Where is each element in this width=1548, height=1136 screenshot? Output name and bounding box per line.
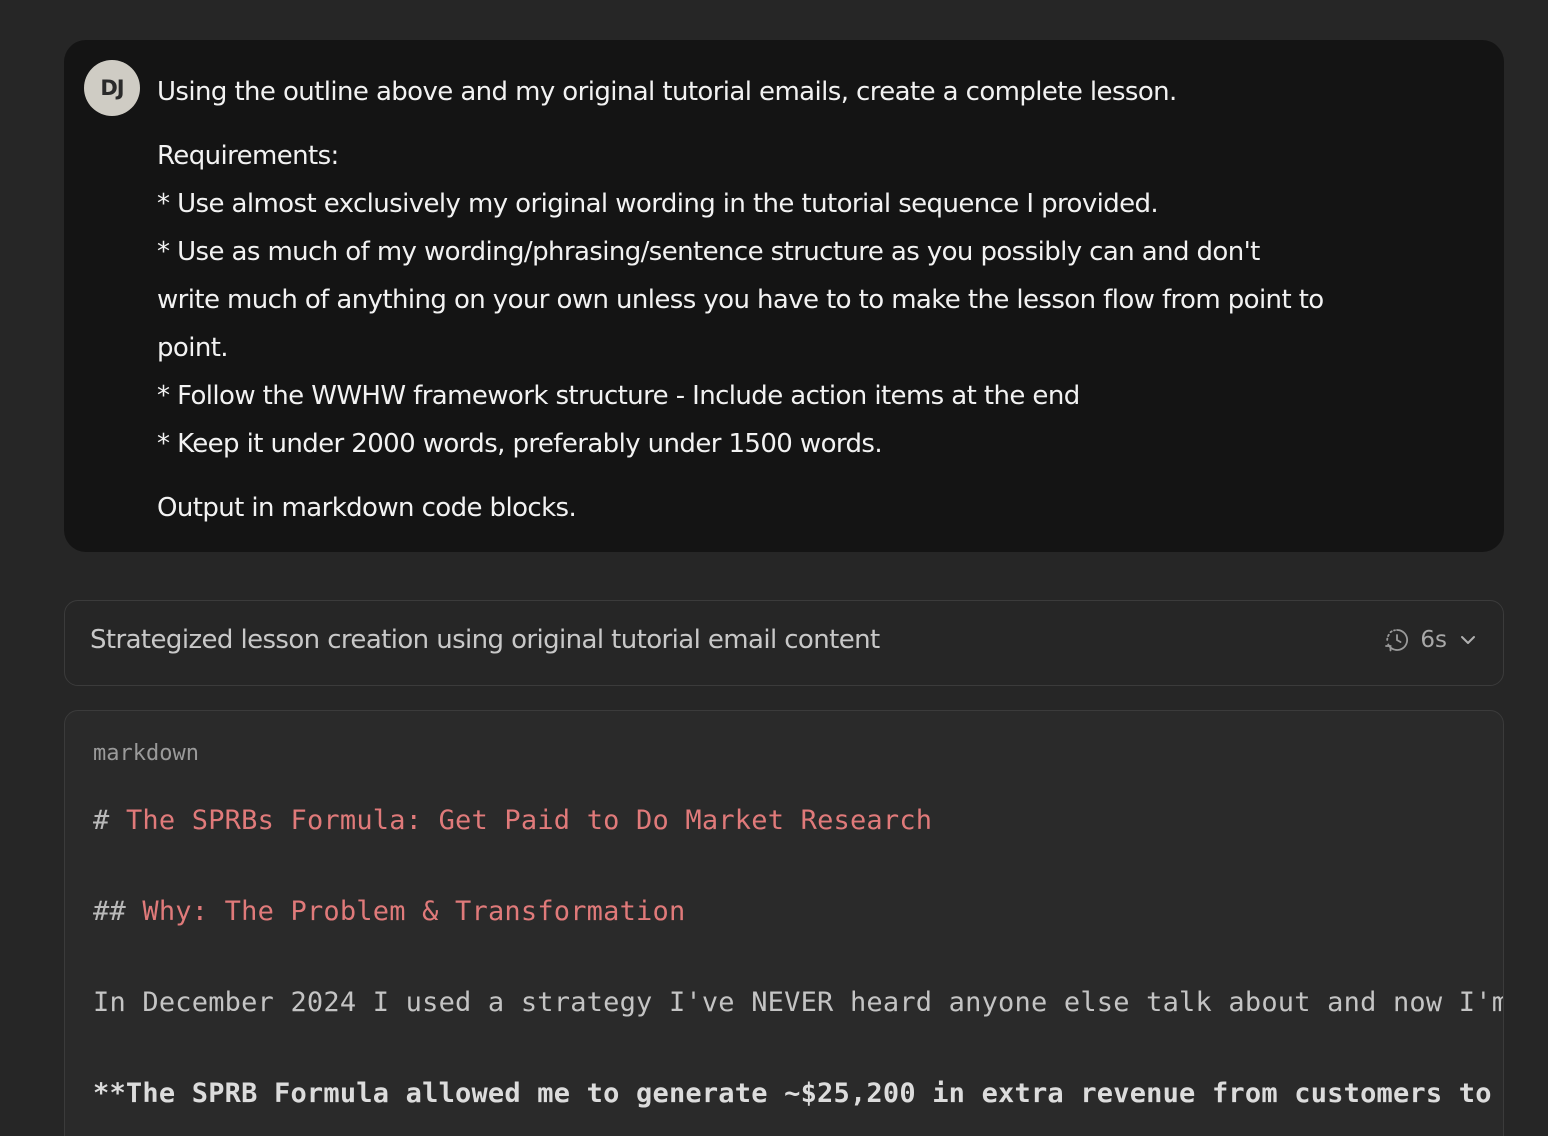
requirement-1: * Use almost exclusively my original wor… xyxy=(157,189,1159,219)
thinking-meta: 6s xyxy=(1384,627,1479,653)
message-closing: Output in markdown code blocks. xyxy=(157,493,577,523)
requirement-2-line-1: * Use as much of my wording/phrasing/sen… xyxy=(157,237,1260,267)
thinking-summary-toggle[interactable]: Strategized lesson creation using origin… xyxy=(64,600,1504,686)
code-block[interactable]: markdown # The SPRBs Formula: Get Paid t… xyxy=(64,710,1504,1136)
chevron-down-icon[interactable] xyxy=(1457,629,1479,651)
thinking-duration: 6s xyxy=(1420,627,1447,653)
code-language-label: markdown xyxy=(93,741,199,766)
message-first-line: Using the outline above and my original … xyxy=(157,77,1177,107)
user-message-text: Using the outline above and my original … xyxy=(157,68,1477,532)
thinking-title: Strategized lesson creation using origin… xyxy=(90,625,880,655)
user-message: DJ Using the outline above and my origin… xyxy=(64,40,1504,552)
requirement-4: * Keep it under 2000 words, preferably u… xyxy=(157,429,883,459)
requirement-2-line-3: point. xyxy=(157,333,229,363)
code-h2-line: ## Why: The Problem & Transformation xyxy=(93,896,685,927)
h1-text: The SPRBs Formula: Get Paid to Do Market… xyxy=(125,805,933,836)
code-h1-line: # The SPRBs Formula: Get Paid to Do Mark… xyxy=(93,805,932,836)
chat-page: DJ Using the outline above and my origin… xyxy=(0,0,1548,1136)
user-avatar[interactable]: DJ xyxy=(84,60,140,116)
clock-history-icon xyxy=(1384,627,1410,653)
requirements-heading: Requirements: xyxy=(157,141,339,171)
requirement-3: * Follow the WWHW framework structure - … xyxy=(157,381,1080,411)
h2-text: Why: The Problem & Transformation xyxy=(142,896,686,927)
code-paragraph-2: **The SPRB Formula allowed me to generat… xyxy=(93,1078,1504,1109)
h1-marker: # xyxy=(93,805,110,836)
code-paragraph-1: In December 2024 I used a strategy I've … xyxy=(93,987,1504,1018)
h2-marker: ## xyxy=(93,896,126,927)
requirement-2-line-2: write much of anything on your own unles… xyxy=(157,285,1324,315)
